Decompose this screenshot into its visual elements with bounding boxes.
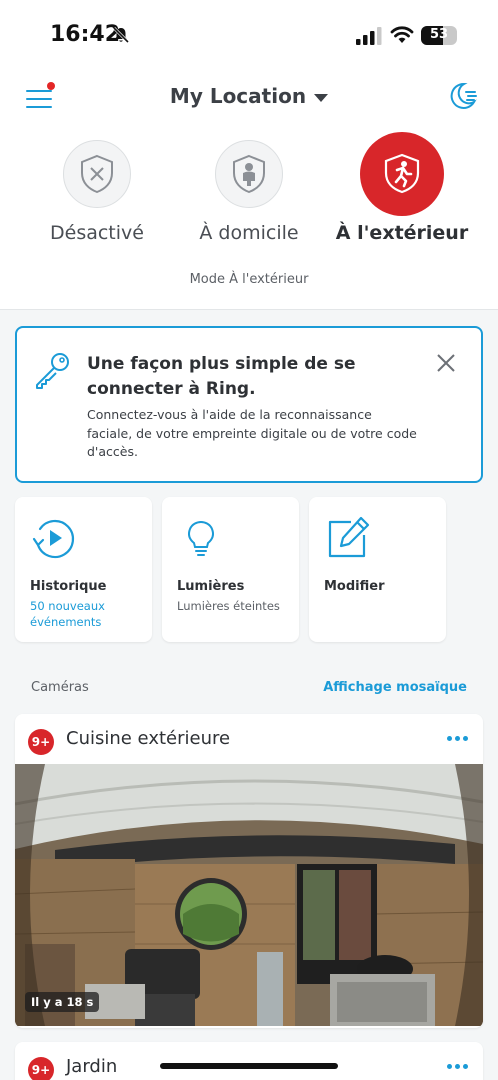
event-count-badge: 9+ [28,729,54,755]
mode-disarmed[interactable]: Désactivé [17,140,177,244]
tile-subtitle: 50 nouveaux événements [30,599,105,629]
banner-body: Connectez-vous à l'aide de la reconnaiss… [87,407,417,459]
camera-name: Cuisine extérieure [66,728,231,749]
chevron-down-icon [314,93,329,102]
mode-home[interactable]: À domicile [169,140,329,244]
camera-feed-thumbnail[interactable] [15,764,483,1026]
wifi-icon [390,26,414,43]
lights-tile[interactable]: Lumières Lumières éteintes [162,497,299,642]
status-bar: 16:42 53 [0,0,498,70]
app-header: My Location Désactivé À domicile À l'ext… [0,70,498,310]
cellular-signal-icon [356,27,382,45]
mode-label: Désactivé [50,222,144,244]
edit-tile[interactable]: Modifier [309,497,446,642]
edit-icon [328,516,370,558]
location-selector[interactable]: My Location [0,84,498,108]
cameras-section-title: Caméras [31,680,89,695]
battery-indicator: 53 [421,26,457,45]
moon-icon[interactable] [446,80,478,112]
mode-caption: Mode À l'extérieur [189,272,309,287]
mosaic-view-link[interactable]: Affichage mosaïque [323,680,467,695]
location-name: My Location [169,84,307,108]
camera-card[interactable]: 9+ Jardin [15,1042,483,1080]
login-banner[interactable]: Une façon plus simple de se connecter à … [15,326,483,483]
camera-card[interactable]: 9+ Cuisine extérieure Il y a 18 s [15,714,483,1028]
close-icon[interactable] [435,352,457,374]
lightbulb-icon [188,520,214,556]
tile-name: Historique [30,579,107,594]
banner-title: Une façon plus simple de se connecter à … [87,354,356,399]
history-tile[interactable]: Historique 50 nouveaux événements [15,497,152,642]
bell-muted-icon [112,26,130,44]
status-time: 16:42 [50,22,121,47]
last-update-label: Il y a 18 s [25,992,100,1012]
shield-x-icon [81,154,113,194]
shield-running-person-icon [384,153,420,194]
camera-name: Jardin [66,1056,118,1077]
key-icon [36,353,69,389]
tile-name: Lumières [177,579,245,594]
tile-name: Modifier [324,579,385,594]
more-options-icon[interactable] [447,736,469,742]
tile-subtitle: Lumières éteintes [177,599,280,613]
home-indicator[interactable] [160,1063,338,1069]
mode-away[interactable]: À l'extérieur [322,132,482,244]
mode-label: À domicile [199,222,299,244]
event-count-badge: 9+ [28,1057,54,1080]
shield-person-icon [233,154,265,194]
history-play-icon [32,519,75,559]
mode-label: À l'extérieur [335,222,469,244]
battery-level: 53 [429,27,449,42]
more-options-icon[interactable] [447,1064,469,1070]
